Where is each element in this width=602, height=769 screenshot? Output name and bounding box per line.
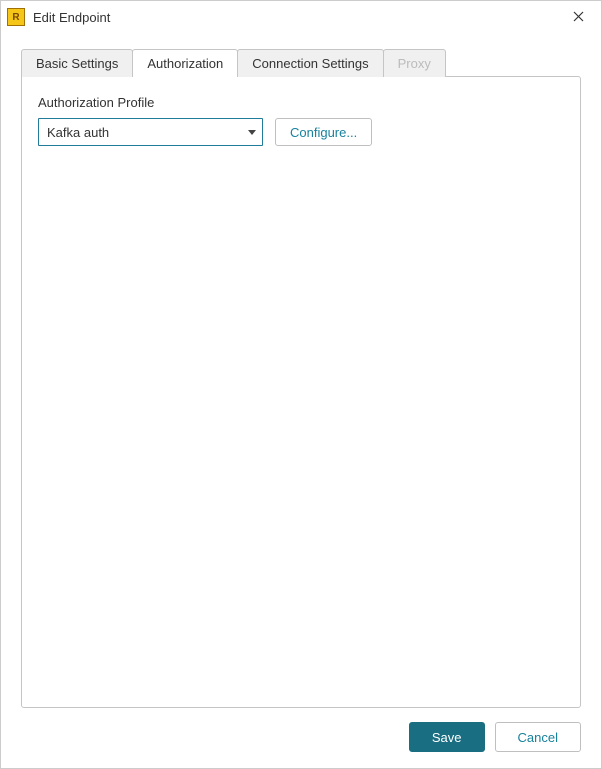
cancel-button[interactable]: Cancel (495, 722, 581, 752)
dialog-footer: Save Cancel (1, 708, 601, 768)
window-title: Edit Endpoint (33, 10, 555, 25)
authorization-profile-label: Authorization Profile (38, 95, 564, 110)
close-button[interactable] (555, 1, 601, 33)
tab-panel-authorization: Authorization Profile Kafka auth Configu… (21, 76, 581, 708)
tab-proxy: Proxy (383, 49, 446, 77)
app-icon: R (7, 8, 25, 26)
save-button[interactable]: Save (409, 722, 485, 752)
chevron-down-icon (248, 130, 256, 135)
title-bar: R Edit Endpoint (1, 1, 601, 33)
tab-authorization[interactable]: Authorization (132, 49, 238, 77)
content-area: Basic Settings Authorization Connection … (1, 33, 601, 708)
tab-connection-settings[interactable]: Connection Settings (237, 49, 383, 77)
tabs-row: Basic Settings Authorization Connection … (21, 49, 581, 77)
authorization-profile-dropdown[interactable]: Kafka auth (38, 118, 263, 146)
profile-row: Kafka auth Configure... (38, 118, 564, 146)
dropdown-selected-text: Kafka auth (47, 125, 248, 140)
configure-button[interactable]: Configure... (275, 118, 372, 146)
tab-basic-settings[interactable]: Basic Settings (21, 49, 133, 77)
close-icon (573, 9, 584, 25)
